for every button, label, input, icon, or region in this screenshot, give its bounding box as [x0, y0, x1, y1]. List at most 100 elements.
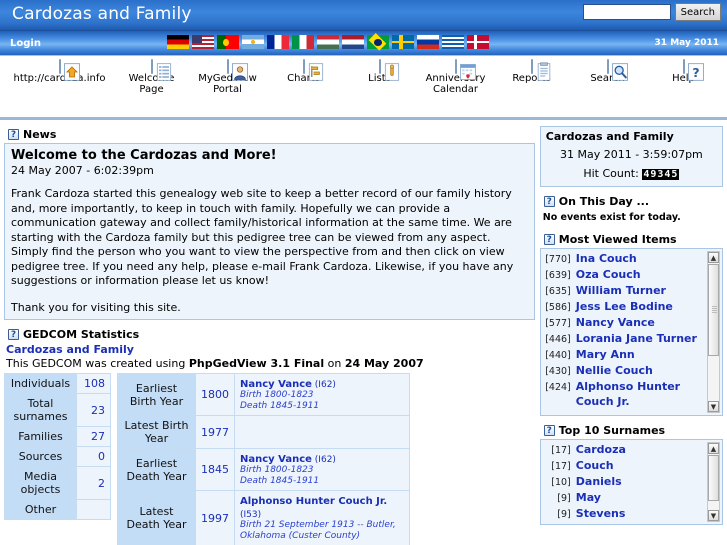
year-stat-row: Earliest Death Year 1845 Nancy Vance (I62)…	[117, 448, 410, 491]
most-viewed-scrollbar[interactable]: ▲ ▼	[707, 251, 720, 413]
nav-item-help[interactable]: ?Help	[646, 59, 722, 95]
flag-hungary[interactable]	[317, 35, 339, 49]
flag-usa[interactable]	[192, 35, 214, 49]
list-item: [10] Daniels	[545, 474, 706, 490]
flag-portugal[interactable]	[217, 35, 239, 49]
nav-item-reports[interactable]: Reports	[494, 59, 570, 95]
home-icon	[58, 59, 80, 81]
flag-sweden[interactable]	[392, 35, 414, 49]
flag-argentina[interactable]	[242, 35, 264, 49]
nav-item-anniversary-calendar[interactable]: Anniversary Calendar	[418, 59, 494, 95]
news-block-header: ? News	[4, 126, 535, 143]
help-question-icon[interactable]: ?	[8, 329, 19, 340]
nav-item-lists[interactable]: Lists	[342, 59, 418, 95]
nav-item-label: Reports	[512, 73, 551, 84]
nav-item-mygedview-portal[interactable]: MyGedView Portal	[190, 59, 266, 95]
scroll-up-arrow-icon[interactable]: ▲	[708, 252, 719, 263]
flag-germany[interactable]	[167, 35, 189, 49]
scroll-down-arrow-icon[interactable]: ▼	[708, 401, 719, 412]
list-page-icon	[150, 59, 171, 81]
flag-netherlands[interactable]	[342, 35, 364, 49]
search-button[interactable]: Search	[674, 3, 721, 21]
scroll-down-arrow-icon[interactable]: ▼	[708, 510, 719, 521]
nav-item-http-cardoza-info[interactable]: http://cardoza.info	[6, 59, 114, 95]
top-surnames-scrollbar[interactable]: ▲ ▼	[707, 442, 720, 522]
year-stat-detail	[234, 415, 410, 449]
stat-row: Families 27	[4, 426, 111, 447]
list-item-count: [440]	[545, 350, 571, 361]
scrollbar-thumb[interactable]	[708, 264, 719, 356]
list-item: [586] Jess Lee Bodine	[545, 299, 706, 315]
nav-item-label: Lists	[368, 73, 391, 84]
year-stat-value: 1800	[195, 373, 235, 416]
scroll-up-arrow-icon[interactable]: ▲	[708, 443, 719, 454]
login-link[interactable]: Login	[10, 38, 41, 49]
list-item: [9] May	[545, 490, 706, 506]
person-name-link[interactable]: Nancy Vance	[240, 379, 312, 390]
year-stat-value: 1845	[195, 448, 235, 491]
flag-france[interactable]	[267, 35, 289, 49]
list-item-link[interactable]: May	[576, 490, 601, 505]
list-item-link[interactable]: Ina Couch	[576, 251, 637, 266]
list-item-link[interactable]: Oza Couch	[576, 267, 641, 282]
list-item-link[interactable]: William Turner	[576, 283, 666, 298]
top-banner: Cardozas and Family Search	[0, 0, 727, 31]
flag-denmark[interactable]	[467, 35, 489, 49]
search-input[interactable]	[582, 4, 671, 20]
list-item-link[interactable]: Nellie Couch	[576, 363, 653, 378]
on-this-day-header: ? On This Day ...	[540, 193, 723, 210]
person-name-link[interactable]: Alphonso Hunter Couch Jr.	[240, 496, 387, 507]
stat-value: 23	[76, 393, 111, 427]
nav-item-label: MyGedView Portal	[198, 73, 257, 95]
gedcom-tables: Individuals 108 Total surnames 23 Families 27…	[4, 373, 535, 545]
flag-brazil[interactable]	[367, 33, 389, 51]
stat-label: Families	[4, 426, 77, 447]
person-event: Birth 21 September 1913 -- Butler, Oklah…	[240, 520, 396, 541]
help-question-icon[interactable]: ?	[8, 129, 19, 140]
list-item-count: [770]	[545, 254, 571, 265]
list-item-link[interactable]: Nancy Vance	[576, 315, 655, 330]
person-event: Death 1845-1911	[240, 476, 320, 486]
person-id: (I53)	[240, 510, 262, 520]
year-stat-row: Earliest Birth Year 1800 Nancy Vance (I62)…	[117, 373, 410, 416]
flag-greece[interactable]	[442, 35, 464, 49]
year-stat-label: Latest Birth Year	[117, 415, 196, 449]
most-viewed-header: ? Most Viewed Items	[540, 231, 723, 248]
list-item-link[interactable]: Mary Ann	[576, 347, 635, 362]
nav-item-charts[interactable]: Charts	[266, 59, 342, 95]
person-name-link[interactable]: Nancy Vance	[240, 454, 312, 465]
person-event: Birth 1800-1823	[240, 465, 314, 475]
most-viewed-panel: [770] Ina Couch [639] Oza Couch [635] William…	[539, 248, 723, 416]
nav-item-label: Charts	[287, 73, 320, 84]
list-item-link[interactable]: Stevens	[576, 506, 626, 521]
top-surnames-block: ? Top 10 Surnames [17] Cardoza [17] Couch [1…	[539, 422, 723, 525]
list-item-link[interactable]: Alphonso Hunter Couch Jr.	[576, 379, 706, 409]
flag-russia[interactable]	[417, 35, 439, 49]
nav-item-welcome-page[interactable]: Welcome Page	[114, 59, 190, 95]
gedcom-years-table: Earliest Birth Year 1800 Nancy Vance (I62)…	[117, 373, 410, 545]
year-stat-detail: Alphonso Hunter Couch Jr. (I53) Birth 21 …	[234, 490, 410, 545]
welcome-block: Cardozas and Family 31 May 2011 - 3:59:0…	[539, 126, 723, 187]
list-item: [17] Cardoza	[545, 442, 706, 458]
list-item-link[interactable]: Lorania Jane Turner	[576, 331, 697, 346]
language-flag-list	[167, 33, 489, 51]
top-surnames-panel: [17] Cardoza [17] Couch [10] Daniels [9] May [9]…	[539, 439, 723, 525]
help-question-icon[interactable]: ?	[543, 425, 555, 436]
list-item-link[interactable]: Couch	[576, 458, 614, 473]
list-item-link[interactable]: Cardoza	[576, 442, 626, 457]
stat-row: Individuals 108	[4, 373, 111, 394]
list-item-link[interactable]: Daniels	[576, 474, 622, 489]
gedcom-block-header: ? GEDCOM Statistics	[4, 326, 535, 343]
list-item-count: [446]	[545, 334, 571, 345]
list-item: [639] Oza Couch	[545, 267, 706, 283]
list-item: [430] Nellie Couch	[545, 363, 706, 379]
help-question-icon[interactable]: ?	[543, 234, 555, 245]
list-item-link[interactable]: Jess Lee Bodine	[576, 299, 673, 314]
nav-item-search[interactable]: Search	[570, 59, 646, 95]
scrollbar-thumb[interactable]	[708, 455, 719, 501]
year-stat-value: 1977	[195, 415, 235, 449]
stat-value: 27	[76, 426, 111, 447]
flag-italy[interactable]	[292, 35, 314, 49]
help-question-icon[interactable]: ?	[543, 196, 555, 207]
current-date-label: 31 May 2011	[654, 38, 719, 48]
